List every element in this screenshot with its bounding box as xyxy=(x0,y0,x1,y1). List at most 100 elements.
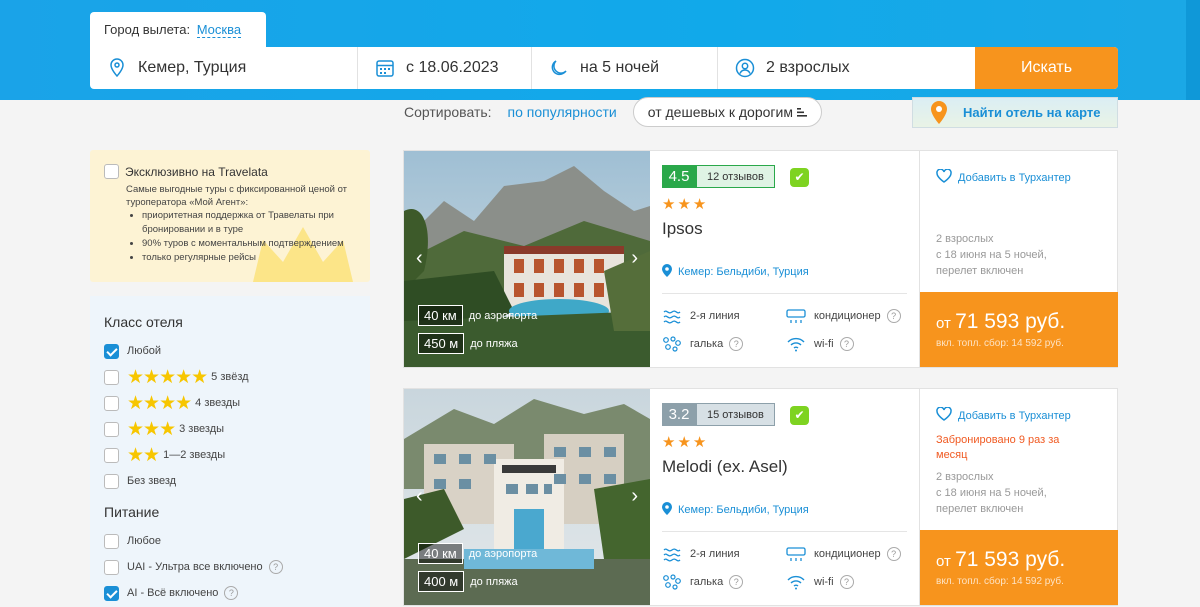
departure-city-link[interactable]: Москва xyxy=(196,22,242,38)
exclusive-checkbox-row[interactable]: Эксклюзивно на Travelata xyxy=(104,164,356,179)
hotel-stars: ★★★ xyxy=(662,434,709,451)
star-icons: ★★★ xyxy=(127,418,176,440)
help-icon[interactable]: ? xyxy=(224,586,239,600)
feature-line-text: 2-я линия xyxy=(690,310,740,322)
exclusive-bullets: приоритетная поддержка от Травелаты при … xyxy=(142,209,356,265)
food-label: UAI - Ультра все включено xyxy=(127,561,263,573)
add-to-favorites-link[interactable]: Добавить в Турхантер xyxy=(936,168,1071,186)
tour-flight: перелет включен xyxy=(936,265,1024,277)
hotel-class-label: 5 звёзд xyxy=(211,371,249,383)
help-icon[interactable]: ? xyxy=(729,337,744,351)
hotel-name[interactable]: Ipsos xyxy=(662,219,703,239)
nights-value: на 5 ночей xyxy=(580,59,660,76)
food-option[interactable]: AI - Всё включено ? xyxy=(104,580,356,606)
guests-field[interactable]: 2 взрослых xyxy=(718,47,974,89)
hotel-class-option[interactable]: ★★★★ 4 звезды xyxy=(104,390,356,416)
hotel-photo[interactable]: ‹ › 40 км до аэропорта 400 м до пляжа xyxy=(404,389,650,605)
hotel-class-title: Класс отеля xyxy=(104,314,183,330)
hotel-class-option[interactable]: ★★ 1—2 звезды xyxy=(104,442,356,468)
beach-distance-label: до пляжа xyxy=(470,337,518,350)
divider xyxy=(662,293,907,294)
food-option[interactable]: Любое xyxy=(104,528,356,554)
photo-prev-icon[interactable]: ‹ xyxy=(416,485,423,508)
help-icon[interactable]: ? xyxy=(729,575,744,589)
date-value: с 18.06.2023 xyxy=(406,59,499,76)
hotel-location-text: Кемер: Бельдиби, Турция xyxy=(678,504,809,516)
air-conditioner-icon xyxy=(786,546,808,562)
hotel-class-checkbox[interactable] xyxy=(104,369,119,385)
food-label: AI - Всё включено xyxy=(127,587,219,599)
help-icon[interactable]: ? xyxy=(839,575,854,589)
star-icons: ★★★★★ xyxy=(127,366,208,388)
hotel-class-option[interactable]: Любой xyxy=(104,338,356,364)
hotel-class-checkbox[interactable] xyxy=(104,473,119,489)
air-conditioner-icon xyxy=(786,308,808,324)
search-button[interactable]: Искать xyxy=(975,47,1118,89)
hotel-class-option[interactable]: Без звезд xyxy=(104,468,356,494)
fuel-fee: вкл. топл. сбор: 14 592 руб. xyxy=(936,576,1064,587)
hotel-class-label: Любой xyxy=(127,345,162,357)
destination-field[interactable]: Кемер, Турция xyxy=(90,47,358,89)
exclusive-title: Эксклюзивно на Travelata xyxy=(125,164,268,179)
verified-check-icon: ✔ xyxy=(790,406,809,425)
location-pin-icon xyxy=(106,57,128,79)
photo-next-icon[interactable]: › xyxy=(631,247,638,270)
price-column: Добавить в Турхантер 2 взрослых с 18 июн… xyxy=(919,151,1118,367)
tour-dates: с 18 июня на 5 ночей, xyxy=(936,487,1047,499)
feature-ac-text: кондиционер xyxy=(814,310,881,322)
departure-city-tab: Город вылета: Москва xyxy=(90,12,266,48)
feature-line: 2-я линия xyxy=(662,546,740,562)
hotel-photo[interactable]: ‹ › 40 км до аэропорта 450 м до пляжа xyxy=(404,151,650,367)
sort-popularity-link[interactable]: по популярности xyxy=(508,104,617,120)
price-button[interactable]: от 71 593 руб. вкл. топл. сбор: 14 592 р… xyxy=(920,530,1118,605)
price: от 71 593 руб. xyxy=(936,548,1102,572)
airport-distance-label: до аэропорта xyxy=(468,309,538,322)
food-option[interactable]: UAI - Ультра все включено ? xyxy=(104,554,356,580)
exclusive-checkbox[interactable] xyxy=(104,164,119,179)
add-to-favorites-link[interactable]: Добавить в Турхантер xyxy=(936,406,1071,424)
hotel-location[interactable]: Кемер: Бельдиби, Турция xyxy=(662,264,809,280)
date-field[interactable]: с 18.06.2023 xyxy=(358,47,532,89)
star-icons: ★★ xyxy=(127,444,160,466)
sort-order-icon xyxy=(796,104,807,120)
photo-next-icon[interactable]: › xyxy=(631,485,638,508)
hotel-class-option[interactable]: ★★★★★ 5 звёзд xyxy=(104,364,356,390)
help-icon[interactable]: ? xyxy=(886,309,901,323)
hotel-info: 4.5 12 отзывов ✔ ★★★ Ipsos Кемер: Бельди… xyxy=(662,151,917,367)
map-button[interactable]: Найти отель на карте xyxy=(912,97,1118,128)
feature-wifi-text: wi-fi xyxy=(814,338,834,350)
hotel-location[interactable]: Кемер: Бельдиби, Турция xyxy=(662,502,809,518)
hotel-class-checkbox[interactable] xyxy=(104,421,119,437)
help-icon[interactable]: ? xyxy=(886,547,901,561)
price-button[interactable]: от 71 593 руб. вкл. топл. сбор: 14 592 р… xyxy=(920,292,1118,367)
moon-icon xyxy=(548,57,570,79)
nights-field[interactable]: на 5 ночей xyxy=(532,47,718,89)
food-checkbox[interactable] xyxy=(104,585,119,601)
photo-prev-icon[interactable]: ‹ xyxy=(416,247,423,270)
rating-value: 3.2 xyxy=(662,403,696,426)
rating-badge[interactable]: 4.5 12 отзывов xyxy=(662,165,775,188)
beach-distance-value: 450 м xyxy=(418,333,465,354)
tour-info: 2 взрослых с 18 июня на 5 ночей, перелет… xyxy=(936,231,1047,279)
help-icon[interactable]: ? xyxy=(268,560,283,574)
rating-badge[interactable]: 3.2 15 отзывов xyxy=(662,403,775,426)
sort-label: Сортировать: xyxy=(404,104,492,120)
hotel-name[interactable]: Melodi (ex. Asel) xyxy=(662,457,788,477)
airport-distance-value: 40 км xyxy=(418,305,463,326)
waves-icon xyxy=(662,308,684,324)
help-icon[interactable]: ? xyxy=(839,337,854,351)
hotel-class-checkbox[interactable] xyxy=(104,343,119,359)
price-value: 71 593 руб. xyxy=(955,310,1066,333)
food-checkbox[interactable] xyxy=(104,559,119,575)
wifi-icon xyxy=(786,336,808,352)
hotel-class-checkbox[interactable] xyxy=(104,447,119,463)
hotel-class-checkbox[interactable] xyxy=(104,395,119,411)
rating-value: 4.5 xyxy=(662,165,696,188)
food-checkbox[interactable] xyxy=(104,533,119,549)
beach-distance-value: 400 м xyxy=(418,571,465,592)
hotel-class-option[interactable]: ★★★ 3 звезды xyxy=(104,416,356,442)
location-pin-icon xyxy=(662,502,672,518)
hotel-card[interactable]: ‹ › 40 км до аэропорта 400 м до пляжа 3.… xyxy=(403,388,1118,606)
sort-cheap-button[interactable]: от дешевых к дорогим xyxy=(632,97,822,127)
hotel-card[interactable]: ‹ › 40 км до аэропорта 450 м до пляжа 4.… xyxy=(403,150,1118,368)
